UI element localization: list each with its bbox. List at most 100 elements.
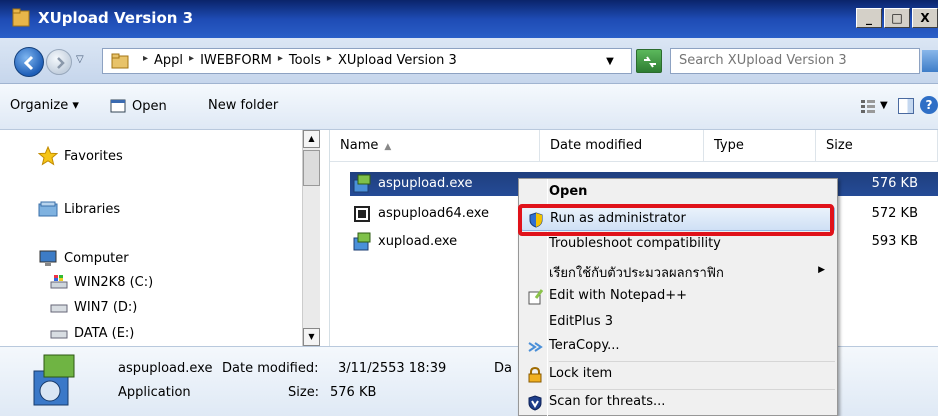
column-header-type[interactable]: Type [704,130,816,162]
menu-separator [549,361,835,362]
menu-label: Scan for threats... [549,394,666,409]
nav-label: WIN2K8 (C:) [74,274,154,290]
organize-button[interactable]: Organize ▾ [10,98,79,113]
column-headers: Name ▲ Date modified Type Size [330,130,938,162]
nav-scrollbar[interactable]: ▲ ▼ [302,130,320,346]
open-window-icon [110,99,126,113]
column-header-date[interactable]: Date modified [540,130,704,162]
windows-drive-icon [50,275,68,289]
help-icon[interactable]: ? [920,96,938,114]
installer-icon [353,232,371,251]
window-controls: _ □ X [854,8,938,28]
menu-label: TeraCopy... [549,338,620,353]
menu-label: EditPlus 3 [549,314,614,329]
menu-item-open[interactable]: Open [521,181,835,205]
column-header-size[interactable]: Size [816,130,938,162]
menu-item-troubleshoot[interactable]: Troubleshoot compatibility [521,233,835,257]
open-button-label: Open [132,98,167,114]
sort-ascending-icon: ▲ [384,142,392,152]
details-size-value: 576 KB [330,385,377,400]
scroll-down-icon[interactable]: ▼ [303,328,320,346]
nav-item-favorites[interactable]: Favorites [38,146,123,166]
menu-label: เรียกใช้กับตัวประมวลผลกราฟิก [549,266,724,281]
nav-label: WIN7 (D:) [74,300,138,315]
breadcrumb: ▸ Appl ▸ IWEBFORM ▸ Tools ▸ XUpload Vers… [137,53,457,68]
menu-item-run-as-administrator[interactable]: Run as administrator [521,207,835,231]
menu-label: Lock item [549,366,613,381]
folder-icon [111,53,129,69]
nav-item-computer[interactable]: Computer [38,248,129,268]
menu-item-notepadpp[interactable]: Edit with Notepad++ [521,285,835,309]
menu-label: Run as administrator [550,211,686,226]
search-box[interactable] [670,48,920,74]
recent-pages-dropdown-icon[interactable]: ▽ [76,54,84,65]
libraries-icon [38,201,58,217]
menu-item-scan[interactable]: Scan for threats... [521,391,835,415]
refresh-icon [644,56,656,68]
nav-item-libraries[interactable]: Libraries [38,200,120,218]
file-name: aspupload64.exe [378,206,490,221]
notepadpp-icon [528,289,543,305]
file-name: xupload.exe [378,234,458,249]
computer-icon [39,250,57,266]
preview-pane-icon[interactable] [898,98,914,114]
breadcrumb-item[interactable]: XUpload Version 3 [338,53,457,68]
address-row: ▽ ▸ Appl ▸ IWEBFORM ▸ Tools ▸ XUpload Ve… [0,38,938,84]
context-menu: Open Run as administrator Troubleshoot c… [518,178,838,416]
scroll-up-icon[interactable]: ▲ [303,130,320,148]
installer-icon [353,174,371,193]
menu-item-teracopy[interactable]: TeraCopy... [521,335,835,359]
search-icon[interactable] [922,50,938,72]
folder-icon [12,8,30,27]
column-header-label: Name [340,138,379,153]
breadcrumb-separator-icon[interactable]: ▸ [278,53,283,68]
refresh-button[interactable] [636,49,662,73]
minimize-button[interactable]: _ [856,8,882,28]
details-date-label: Date modified: [222,361,319,376]
exe-icon [354,206,370,222]
breadcrumb-separator-icon: ▸ [143,53,149,64]
menu-item-lock[interactable]: Lock item [521,363,835,387]
menu-label: Open [549,184,588,199]
scroll-thumb[interactable] [303,150,320,186]
menu-item-editplus[interactable]: EditPlus 3 [521,311,835,335]
file-size: 593 KB [871,234,918,249]
title-bar: XUpload Version 3 _ □ X [0,0,938,38]
window-title: XUpload Version 3 [38,9,194,27]
explorer-window: XUpload Version 3 _ □ X ▽ ▸ Appl ▸ IWEBF… [0,0,938,416]
column-header-name[interactable]: Name ▲ [330,130,540,162]
restore-button[interactable]: □ [884,8,910,28]
details-truncated-label: Da [494,361,512,376]
back-arrow-icon [23,55,34,71]
search-input[interactable] [679,53,909,68]
address-bar[interactable]: ▸ Appl ▸ IWEBFORM ▸ Tools ▸ XUpload Vers… [102,48,632,74]
navigation-pane: Favorites Libraries Computer WIN2K8 (C:) [0,130,330,346]
back-button[interactable] [14,47,44,77]
breadcrumb-separator-icon[interactable]: ▸ [189,53,194,68]
command-bar: Organize ▾ Open New folder ▼ ? [0,84,938,130]
nav-item-drive-e[interactable]: DATA (E:) [50,326,134,341]
views-icon[interactable] [860,98,876,114]
breadcrumb-item[interactable]: Tools [289,53,321,68]
details-filename: aspupload.exe [118,361,213,376]
open-button[interactable]: Open [110,98,167,114]
details-date-value: 3/11/2553 18:39 [338,361,447,376]
close-button[interactable]: X [912,8,938,28]
breadcrumb-item[interactable]: IWEBFORM [200,53,272,68]
breadcrumb-separator-icon[interactable]: ▸ [327,53,332,68]
nav-item-drive-d[interactable]: WIN7 (D:) [50,300,137,315]
menu-label: Edit with Notepad++ [549,288,688,303]
menu-item-graphics-processor[interactable]: เรียกใช้กับตัวประมวลผลกราฟิก ▶ [521,259,835,283]
forward-button[interactable] [46,49,72,75]
nav-item-drive-c[interactable]: WIN2K8 (C:) [50,274,153,290]
nav-label: Computer [64,250,129,266]
drive-icon [50,330,68,338]
views-dropdown-icon[interactable]: ▼ [880,100,888,111]
new-folder-button[interactable]: New folder [208,98,278,113]
star-icon [38,146,58,166]
submenu-arrow-icon: ▶ [818,265,825,275]
file-size: 572 KB [871,206,918,221]
address-dropdown-icon[interactable]: ▼ [589,49,631,73]
breadcrumb-item[interactable]: Appl [154,53,183,68]
details-type: Application [118,385,191,400]
